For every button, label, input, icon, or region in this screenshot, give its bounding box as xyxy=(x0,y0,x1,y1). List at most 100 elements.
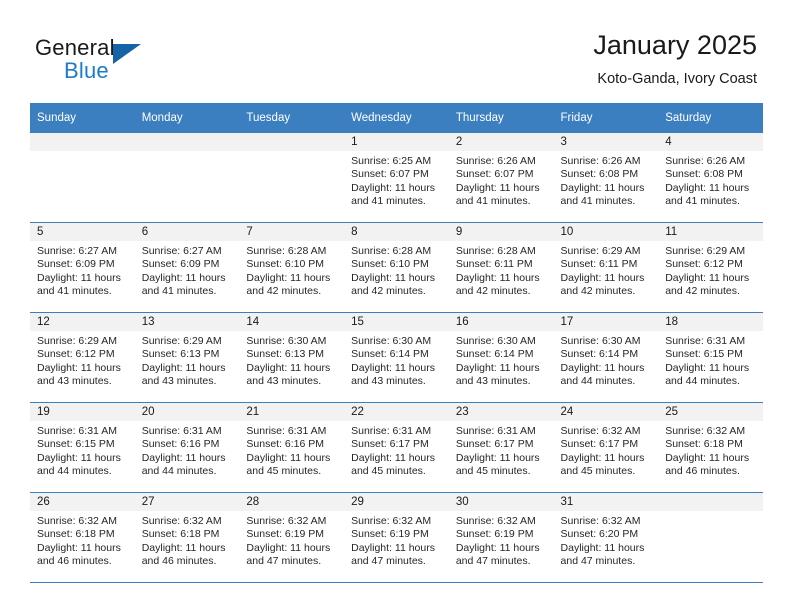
daylight-text: Daylight: 11 hours xyxy=(455,271,540,284)
daylight-text: Daylight: 11 hours xyxy=(455,541,540,554)
sunrise-text: Sunrise: 6:32 AM xyxy=(560,515,641,527)
calendar-day-cell[interactable]: 16 Sunrise: 6:30 AM Sunset: 6:14 PM Dayligh… xyxy=(448,312,554,403)
calendar-day-cell[interactable]: 13 Sunrise: 6:29 AM Sunset: 6:13 PM Dayligh… xyxy=(134,312,240,403)
daylight-text: Daylight: 11 hours xyxy=(351,181,435,194)
calendar-day-cell[interactable]: 15 Sunrise: 6:30 AM Sunset: 6:14 PM Dayligh… xyxy=(344,312,449,403)
day-number: 18 xyxy=(658,313,763,331)
day-cell-content: 16 Sunrise: 6:30 AM Sunset: 6:14 PM Dayligh… xyxy=(448,313,554,402)
daylight-text: Daylight: 11 hours xyxy=(455,361,540,374)
day-detail-lines: Sunrise: 6:32 AM Sunset: 6:18 PM Daylight:… xyxy=(30,511,135,569)
day-cell-content xyxy=(239,133,345,222)
daylight-text: Daylight: 11 hours xyxy=(351,451,435,464)
sunset-text: Sunset: 6:14 PM xyxy=(351,348,429,361)
sunrise-text: Sunrise: 6:31 AM xyxy=(455,425,536,437)
daylight-text: Daylight: 11 hours xyxy=(560,541,645,554)
general-blue-logo[interactable]: General Blue xyxy=(35,35,165,87)
day-detail-lines: Sunrise: 6:32 AM Sunset: 6:20 PM Daylight:… xyxy=(554,511,659,569)
daylight-text: Daylight: 11 hours xyxy=(246,361,331,374)
calendar-day-cell[interactable]: 6 Sunrise: 6:27 AM Sunset: 6:09 PM Daylight… xyxy=(134,222,240,313)
calendar-day-cell[interactable]: 30 Sunrise: 6:32 AM Sunset: 6:19 PM Dayligh… xyxy=(448,492,554,583)
calendar-table: Sunday Monday Tuesday Wednesday Thursday… xyxy=(30,103,763,583)
day-detail-lines: Sunrise: 6:32 AM Sunset: 6:19 PM Daylight:… xyxy=(449,511,554,569)
daylight-text: and 44 minutes. xyxy=(37,465,112,478)
calendar-day-cell[interactable]: 23 Sunrise: 6:31 AM Sunset: 6:17 PM Dayligh… xyxy=(448,402,554,493)
weekday-header-wednesday: Wednesday xyxy=(344,103,449,133)
weekday-header-friday: Friday xyxy=(553,103,659,133)
calendar-day-cell[interactable]: 3 Sunrise: 6:26 AM Sunset: 6:08 PM Daylight… xyxy=(553,133,659,223)
day-number: 23 xyxy=(448,403,554,421)
day-detail-lines: Sunrise: 6:25 AM Sunset: 6:07 PM Daylight:… xyxy=(344,151,449,209)
calendar-day-cell[interactable]: 12 Sunrise: 6:29 AM Sunset: 6:12 PM Dayligh… xyxy=(30,312,135,403)
day-cell-content: 20 Sunrise: 6:31 AM Sunset: 6:16 PM Dayligh… xyxy=(134,403,240,492)
day-detail-lines: Sunrise: 6:32 AM Sunset: 6:18 PM Daylight:… xyxy=(135,511,240,569)
calendar-day-cell[interactable]: 11 Sunrise: 6:29 AM Sunset: 6:12 PM Dayligh… xyxy=(658,222,763,313)
daylight-text: and 42 minutes. xyxy=(351,285,426,298)
day-detail-lines: Sunrise: 6:31 AM Sunset: 6:15 PM Daylight:… xyxy=(658,331,763,389)
day-number: 22 xyxy=(344,403,449,421)
calendar-day-cell[interactable]: 8 Sunrise: 6:28 AM Sunset: 6:10 PM Daylight… xyxy=(344,222,449,313)
calendar-day-cell[interactable]: 17 Sunrise: 6:30 AM Sunset: 6:14 PM Dayligh… xyxy=(553,312,659,403)
day-cell-content: 14 Sunrise: 6:30 AM Sunset: 6:13 PM Dayligh… xyxy=(239,313,345,402)
weekday-header-saturday: Saturday xyxy=(658,103,763,133)
weekday-header-row: Sunday Monday Tuesday Wednesday Thursday… xyxy=(30,103,763,133)
calendar-day-cell[interactable]: 31 Sunrise: 6:32 AM Sunset: 6:20 PM Dayligh… xyxy=(553,492,659,583)
day-number: 31 xyxy=(553,493,659,511)
day-number: 19 xyxy=(30,403,135,421)
calendar-day-cell[interactable]: 21 Sunrise: 6:31 AM Sunset: 6:16 PM Dayligh… xyxy=(239,402,345,493)
calendar-day-cell[interactable]: 20 Sunrise: 6:31 AM Sunset: 6:16 PM Dayligh… xyxy=(134,402,240,493)
sunset-text: Sunset: 6:12 PM xyxy=(665,258,743,271)
daylight-text: Daylight: 11 hours xyxy=(141,541,226,554)
calendar-day-cell[interactable]: 24 Sunrise: 6:32 AM Sunset: 6:17 PM Dayligh… xyxy=(553,402,659,493)
calendar-day-cell[interactable]: 2 Sunrise: 6:26 AM Sunset: 6:07 PM Daylight… xyxy=(448,133,554,223)
calendar-day-cell[interactable]: 25 Sunrise: 6:32 AM Sunset: 6:18 PM Dayligh… xyxy=(658,402,763,493)
day-number: 17 xyxy=(553,313,659,331)
daylight-text: and 41 minutes. xyxy=(37,285,112,298)
sunset-text: Sunset: 6:09 PM xyxy=(37,258,115,271)
daylight-text: and 46 minutes. xyxy=(665,465,740,478)
calendar-day-cell[interactable]: 4 Sunrise: 6:26 AM Sunset: 6:08 PM Daylight… xyxy=(658,133,763,223)
calendar-day-cell[interactable]: 27 Sunrise: 6:32 AM Sunset: 6:18 PM Dayligh… xyxy=(134,492,240,583)
day-cell-content: 24 Sunrise: 6:32 AM Sunset: 6:17 PM Dayligh… xyxy=(553,403,659,492)
calendar-day-cell[interactable]: 7 Sunrise: 6:28 AM Sunset: 6:10 PM Daylight… xyxy=(239,222,345,313)
page-subtitle: Koto-Ganda, Ivory Coast xyxy=(597,71,757,87)
calendar-day-cell[interactable]: 19 Sunrise: 6:31 AM Sunset: 6:15 PM Dayligh… xyxy=(30,402,135,493)
daylight-text: Daylight: 11 hours xyxy=(665,181,750,194)
calendar-day-cell[interactable]: 9 Sunrise: 6:28 AM Sunset: 6:11 PM Daylight… xyxy=(448,222,554,313)
calendar-day-cell[interactable]: 26 Sunrise: 6:32 AM Sunset: 6:18 PM Dayligh… xyxy=(30,492,135,583)
daylight-text: and 45 minutes. xyxy=(455,465,531,478)
calendar-day-cell[interactable]: 10 Sunrise: 6:29 AM Sunset: 6:11 PM Dayligh… xyxy=(553,222,659,313)
sunset-text: Sunset: 6:11 PM xyxy=(560,258,638,271)
day-cell-content: 10 Sunrise: 6:29 AM Sunset: 6:11 PM Dayligh… xyxy=(553,223,659,312)
calendar-week-row: 26 Sunrise: 6:32 AM Sunset: 6:18 PM Dayligh… xyxy=(30,492,763,583)
sunrise-text: Sunrise: 6:29 AM xyxy=(37,335,117,347)
calendar-day-cell[interactable]: 14 Sunrise: 6:30 AM Sunset: 6:13 PM Dayligh… xyxy=(239,312,345,403)
sunset-text: Sunset: 6:18 PM xyxy=(141,528,220,541)
day-number xyxy=(30,133,135,151)
day-detail-lines: Sunrise: 6:31 AM Sunset: 6:17 PM Daylight:… xyxy=(449,421,554,479)
day-detail-lines: Sunrise: 6:32 AM Sunset: 6:17 PM Daylight:… xyxy=(554,421,659,479)
sunrise-text: Sunrise: 6:32 AM xyxy=(141,515,222,527)
sunrise-text: Sunrise: 6:32 AM xyxy=(455,515,536,527)
calendar-day-cell[interactable]: 1 Sunrise: 6:25 AM Sunset: 6:07 PM Daylight… xyxy=(344,133,449,223)
day-cell-content: 8 Sunrise: 6:28 AM Sunset: 6:10 PM Daylight… xyxy=(344,223,449,312)
calendar-day-cell[interactable]: 22 Sunrise: 6:31 AM Sunset: 6:17 PM Dayligh… xyxy=(344,402,449,493)
calendar-day-cell[interactable]: 5 Sunrise: 6:27 AM Sunset: 6:09 PM Daylight… xyxy=(30,222,135,313)
daylight-text: and 43 minutes. xyxy=(141,375,217,388)
day-detail-lines: Sunrise: 6:28 AM Sunset: 6:11 PM Daylight:… xyxy=(449,241,554,299)
day-detail-lines: Sunrise: 6:32 AM Sunset: 6:19 PM Daylight:… xyxy=(239,511,344,569)
calendar-day-cell[interactable]: 29 Sunrise: 6:32 AM Sunset: 6:19 PM Dayligh… xyxy=(344,492,449,583)
sunrise-text: Sunrise: 6:26 AM xyxy=(560,155,641,167)
day-detail-lines: Sunrise: 6:31 AM Sunset: 6:16 PM Daylight:… xyxy=(239,421,344,479)
sunset-text: Sunset: 6:15 PM xyxy=(37,438,115,451)
day-cell-content: 4 Sunrise: 6:26 AM Sunset: 6:08 PM Daylight… xyxy=(658,133,763,222)
day-number: 28 xyxy=(239,493,345,511)
daylight-text: and 44 minutes. xyxy=(665,375,740,388)
sunset-text: Sunset: 6:07 PM xyxy=(455,168,534,181)
calendar-day-cell[interactable]: 28 Sunrise: 6:32 AM Sunset: 6:19 PM Dayligh… xyxy=(239,492,345,583)
day-cell-content: 18 Sunrise: 6:31 AM Sunset: 6:15 PM Dayligh… xyxy=(658,313,763,402)
daylight-text: Daylight: 11 hours xyxy=(665,271,750,284)
day-detail-lines: Sunrise: 6:26 AM Sunset: 6:07 PM Daylight:… xyxy=(449,151,554,209)
daylight-text: and 41 minutes. xyxy=(455,195,531,208)
sunset-text: Sunset: 6:19 PM xyxy=(246,528,325,541)
calendar-day-cell[interactable]: 18 Sunrise: 6:31 AM Sunset: 6:15 PM Dayligh… xyxy=(658,312,763,403)
